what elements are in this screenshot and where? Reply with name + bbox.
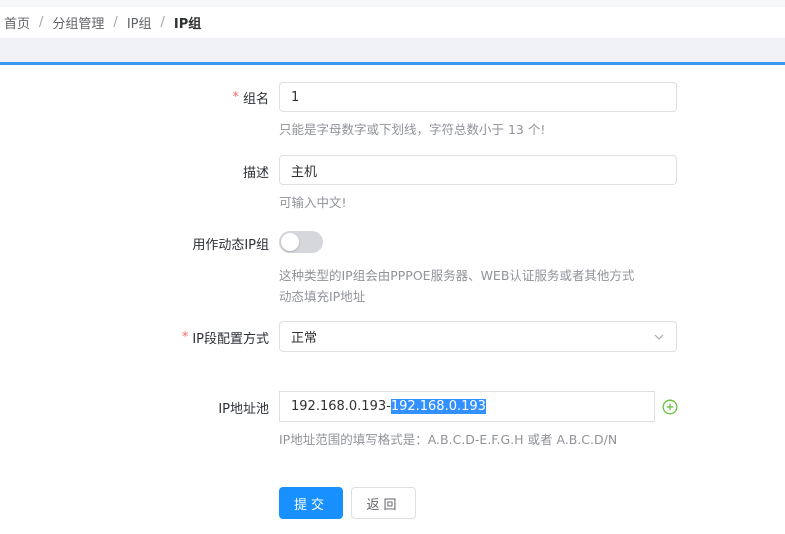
breadcrumb-group-management[interactable]: 分组管理: [52, 13, 104, 32]
ip-pool-input[interactable]: 192.168.0.193- 192.168.0.193: [279, 391, 655, 422]
chevron-down-icon: [653, 331, 665, 343]
dynamic-group-label: 用作动态IP组: [192, 234, 269, 253]
accent-divider: [0, 62, 785, 65]
top-strip: [0, 0, 785, 7]
group-name-input[interactable]: [279, 82, 677, 112]
back-button[interactable]: 返回: [351, 487, 416, 519]
dynamic-group-label-text: 用作动态IP组: [192, 238, 269, 253]
ip-pool-value: 192.168.0.193-: [291, 399, 391, 414]
plus-circle-icon[interactable]: [662, 399, 678, 415]
ip-config-select[interactable]: 正常: [279, 321, 677, 352]
ip-pool-hint: IP地址范围的填写格式是：A.B.C.D-E.F.G.H 或者 A.B.C.D/…: [279, 432, 618, 447]
ip-pool-selected-text: 192.168.0.193: [390, 399, 486, 414]
breadcrumb: 首页 / 分组管理 / IP组 / IP组: [4, 12, 201, 32]
ip-pool-label-text: IP地址池: [218, 402, 269, 417]
dynamic-group-hint-line1: 这种类型的IP组会由PPPOE服务器、WEB认证服务或者其他方式: [279, 268, 635, 283]
breadcrumb-separator: /: [113, 14, 118, 30]
group-name-label: * 组名: [232, 88, 269, 107]
required-mark: *: [232, 90, 239, 105]
ip-config-label-text: IP段配置方式: [192, 332, 269, 347]
description-label-text: 描述: [242, 166, 269, 181]
ip-config-selected-value: 正常: [291, 331, 318, 346]
breadcrumb-separator: /: [160, 14, 165, 30]
required-mark: *: [181, 330, 189, 345]
breadcrumb-current: IP组: [173, 16, 202, 32]
breadcrumb-home[interactable]: 首页: [4, 13, 30, 32]
dynamic-group-switch[interactable]: [279, 231, 323, 253]
description-label: 描述: [243, 162, 269, 181]
description-input[interactable]: [279, 155, 677, 185]
ip-config-label: * IP段配置方式: [182, 328, 269, 347]
dynamic-group-hint-line2: 动态填充IP地址: [279, 289, 366, 304]
submit-button[interactable]: 提交: [279, 487, 343, 519]
switch-knob: [281, 233, 299, 251]
breadcrumb-ip-group[interactable]: IP组: [127, 13, 152, 32]
group-name-label-text: 组名: [242, 92, 269, 107]
description-hint: 可输入中文!: [279, 195, 347, 210]
ip-pool-label: IP地址池: [218, 398, 269, 417]
breadcrumb-separator: /: [39, 14, 44, 30]
group-name-hint: 只能是字母数字或下划线，字符总数小于 13 个!: [279, 122, 546, 137]
tab-bar: [0, 38, 785, 62]
